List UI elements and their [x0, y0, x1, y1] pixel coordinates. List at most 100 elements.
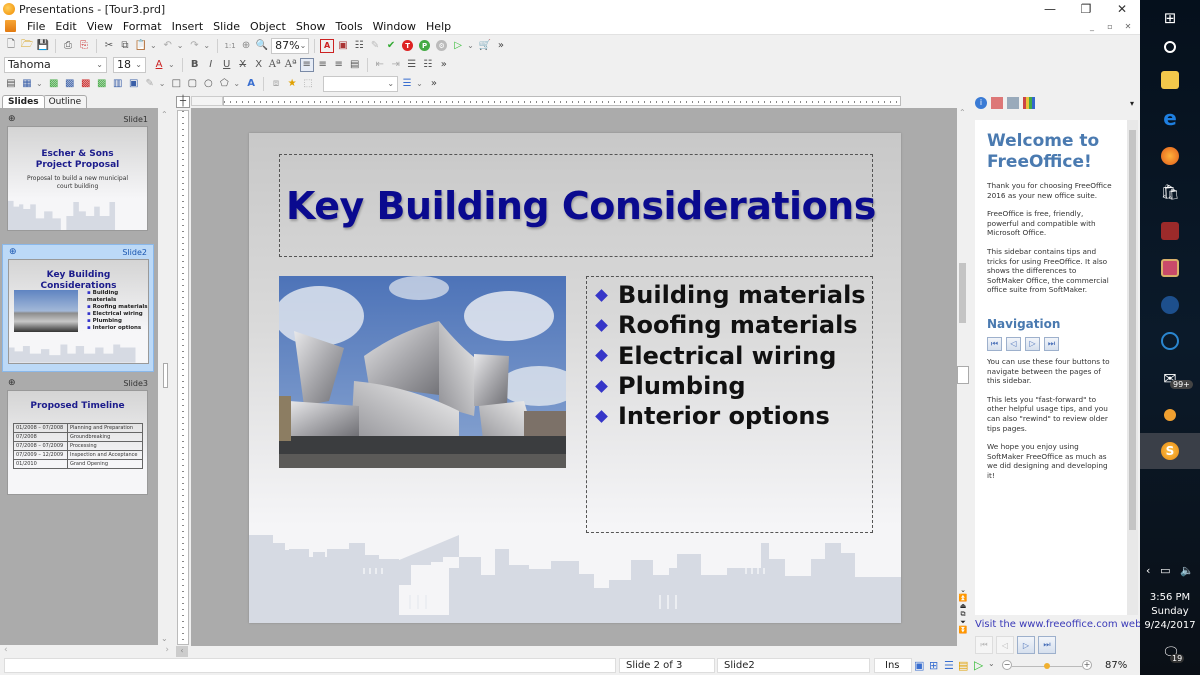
chart-tab-icon[interactable] — [1023, 97, 1035, 109]
menu-view[interactable]: View — [82, 20, 118, 33]
restore-button[interactable]: ❐ — [1068, 0, 1104, 18]
bullet-text[interactable]: Interior options — [618, 401, 830, 431]
group-icon[interactable]: ⧈ — [269, 77, 283, 91]
new-icon[interactable]: 🗋 — [4, 39, 18, 53]
font-name-combo[interactable]: Tahoma ⌄ — [4, 56, 107, 73]
handout-view-icon[interactable]: ▤ — [958, 659, 968, 672]
normal-view-icon[interactable]: ▣ — [914, 659, 924, 672]
more-format-icon[interactable]: » — [441, 59, 447, 70]
show-hidden-icons-icon[interactable]: ‹ — [1146, 564, 1150, 577]
menu-help[interactable]: Help — [421, 20, 456, 33]
taskbar-app-blue[interactable] — [1140, 323, 1200, 359]
font-color-icon[interactable]: A — [152, 58, 166, 72]
textframe-icon[interactable]: A — [320, 38, 335, 53]
menu-file[interactable]: File — [22, 20, 50, 33]
textart-icon[interactable]: A — [244, 77, 258, 91]
clock-date[interactable]: 9/24/2017 — [1140, 619, 1200, 633]
rectangle-icon[interactable]: □ — [169, 77, 183, 91]
gallery-tab-icon[interactable] — [1007, 97, 1019, 109]
numbering-icon[interactable]: ☷ — [421, 58, 435, 72]
zoom-100-icon[interactable]: 1:1 — [223, 39, 237, 53]
tab-slides[interactable]: Slides — [2, 95, 45, 108]
align-right-icon[interactable]: ≡ — [332, 58, 346, 72]
canvas-vertical-scrollbar[interactable]: ⌃ ⌄ ⏫ ⏏ ⧉ ⏷ ⏬ — [957, 108, 969, 646]
next-page-icon[interactable]: ▷ — [1025, 336, 1040, 351]
bullet-text[interactable]: Building materials — [618, 280, 866, 310]
outline-view-icon[interactable]: ☰ — [944, 659, 954, 672]
undo-icon[interactable]: ↶ — [161, 39, 175, 53]
paste-icon[interactable]: 📋 — [134, 39, 148, 53]
line-style-icon[interactable]: ☰ — [400, 77, 414, 91]
vertical-ruler[interactable] — [177, 110, 189, 645]
italic-icon[interactable]: I — [204, 58, 218, 72]
slide-sorter-icon[interactable]: ⊞ — [929, 659, 938, 672]
taskbar-presentations[interactable]: S — [1140, 433, 1200, 469]
zoom-in-icon[interactable]: ⊕ — [239, 39, 253, 53]
strikethrough-icon[interactable]: X — [236, 58, 250, 72]
slide-thumbnail-1[interactable]: ⊕ Slide1 Escher & Sons Project Proposal P… — [2, 112, 154, 231]
decrease-indent-icon[interactable]: ⇤ — [373, 58, 387, 72]
cut-icon[interactable]: ✂ — [102, 39, 116, 53]
menu-object[interactable]: Object — [245, 20, 291, 33]
menu-insert[interactable]: Insert — [167, 20, 209, 33]
insert-movie-icon[interactable]: ▥ — [111, 77, 125, 91]
bullet-text[interactable]: Electrical wiring — [618, 341, 836, 371]
bullets-icon[interactable]: ☰ — [405, 58, 419, 72]
presenter-icon[interactable]: P — [419, 40, 431, 51]
last-page-icon[interactable]: ⏭ — [1044, 336, 1059, 351]
doc-close-button[interactable]: ✕ — [1120, 20, 1136, 32]
last-page-icon[interactable]: ⏭ — [1038, 636, 1056, 654]
picture-frame-icon[interactable]: ▣ — [336, 39, 350, 53]
zoom-in-button[interactable]: + — [1082, 660, 1092, 670]
slideshow-play-icon[interactable]: ▷ — [974, 658, 983, 672]
body-placeholder[interactable]: Building materials Roofing materials Ele… — [586, 276, 873, 533]
format-painter-icon[interactable]: ✎ — [368, 39, 382, 53]
doc-restore-button[interactable]: ▫ — [1102, 20, 1118, 32]
copy-icon[interactable]: ⧉ — [118, 39, 132, 53]
battery-icon[interactable]: ▭ — [1160, 564, 1170, 577]
clipart-tab-icon[interactable] — [991, 97, 1003, 109]
menu-show[interactable]: Show — [291, 20, 331, 33]
taskbar-app-orange[interactable] — [1140, 397, 1200, 433]
play-icon[interactable]: ▷ — [451, 39, 465, 53]
font-size-combo[interactable]: 18 ⌄ — [113, 56, 146, 73]
menu-slide[interactable]: Slide — [208, 20, 245, 33]
insert-frame-icon[interactable]: ▣ — [127, 77, 141, 91]
slideshow-dropdown-icon[interactable]: ⌄ — [988, 659, 995, 668]
insert-media-icon[interactable]: ▩ — [63, 77, 77, 91]
zoom-out-icon[interactable]: 🔍 — [255, 39, 269, 53]
cortana-button[interactable] — [1140, 29, 1200, 65]
minimize-button[interactable]: — — [1032, 0, 1068, 18]
insert-mode[interactable]: Ins — [874, 658, 912, 673]
zoom-slider[interactable]: − + — [1002, 660, 1092, 672]
open-icon[interactable]: 🗁 — [20, 39, 34, 53]
taskbar-mail[interactable]: ✉ 99+ — [1140, 360, 1200, 396]
redo-icon[interactable]: ↷ — [187, 39, 201, 53]
doc-minimize-button[interactable]: _ — [1084, 20, 1100, 32]
align-center-icon[interactable]: ≡ — [316, 58, 330, 72]
zoom-out-button[interactable]: − — [1002, 660, 1012, 670]
clock-day[interactable]: Sunday — [1140, 605, 1200, 619]
zoom-level[interactable]: 87% — [1105, 660, 1127, 671]
first-page-icon[interactable]: ⏮ — [975, 636, 993, 654]
insert-textart-icon[interactable]: ▩ — [79, 77, 93, 91]
ellipse-icon[interactable]: ○ — [201, 77, 215, 91]
rounded-rect-icon[interactable]: ▢ — [185, 77, 199, 91]
superscript-icon[interactable]: Aª — [268, 58, 282, 72]
taskbar-steam[interactable] — [1140, 287, 1200, 323]
sidebar-menu-icon[interactable]: ▾ — [1130, 99, 1134, 108]
menu-window[interactable]: Window — [368, 20, 421, 33]
zoom-slider-knob[interactable] — [1044, 663, 1050, 669]
close-button[interactable]: ✕ — [1104, 0, 1140, 18]
clear-format-icon[interactable]: X — [252, 58, 266, 72]
increase-indent-icon[interactable]: ⇥ — [389, 58, 403, 72]
subscript-icon[interactable]: Aª — [284, 58, 298, 72]
freeoffice-website-link[interactable]: Visit the www.freeoffice.com web site — [975, 619, 1163, 630]
effects-icon[interactable]: ★ — [285, 77, 299, 91]
previous-page-icon[interactable]: ◁ — [1006, 336, 1021, 351]
align-left-icon[interactable]: ≡ — [299, 57, 314, 72]
tutorial-icon[interactable]: T — [402, 40, 414, 51]
tab-outline[interactable]: Outline — [42, 95, 88, 108]
taskbar-explorer[interactable] — [1140, 62, 1200, 98]
outline-icon[interactable]: ☷ — [352, 39, 366, 53]
